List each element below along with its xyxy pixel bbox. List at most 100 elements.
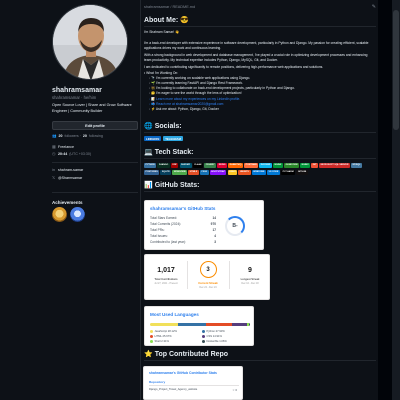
social-linkedin-row[interactable]: in shahram-samar: [52, 167, 83, 173]
repo-stars: ☆ 0: [232, 389, 237, 392]
pencil-icon[interactable]: ✎: [372, 4, 376, 10]
tech-badge: RabbitMQ: [228, 163, 243, 168]
about-heading-label: About Me:: [144, 16, 179, 24]
tech-badges-row-1: Python Django DRF FastAPI Flask Celery Redis Ra…: [144, 163, 362, 168]
languages-card[interactable]: Most Used Languages JavaScript 28.12% Pyt…: [144, 306, 254, 346]
longest-streak: 9 Longest Streak Dec 10 - Dec 18: [240, 267, 260, 285]
achievement-badge-icon[interactable]: [70, 207, 85, 222]
language-bar-segment: [178, 323, 207, 326]
language-dot-icon: [150, 340, 153, 343]
chart-icon: 📊: [144, 182, 153, 189]
github-stats-heading: 📊 GitHub Stats:: [144, 181, 200, 190]
tech-badge: MongoDB: [172, 170, 188, 175]
github-stats-card[interactable]: shahramsamar's GitHub Stats Total Stars …: [144, 200, 264, 250]
tech-badge: Nginx: [272, 163, 283, 168]
tech-heading: 💻 Tech Stack:: [144, 148, 194, 157]
tech-badge: Django: [157, 163, 170, 168]
followers-count[interactable]: 20: [58, 134, 62, 138]
scrollbar-thumb[interactable]: [393, 10, 399, 130]
repo-name[interactable]: Django_Project_Travel_Agency_website: [149, 388, 197, 391]
language-dot-icon: [202, 340, 205, 343]
tech-badge: Python: [144, 163, 157, 168]
tech-badge: Docker: [259, 163, 272, 168]
following-label[interactable]: following: [89, 134, 103, 138]
streak-card[interactable]: 1,017 Total Contributions Jul 27, 2021 -…: [144, 254, 270, 300]
social-twitter[interactable]: @Sharmsamar: [58, 176, 82, 180]
language-bar-segment: [231, 323, 247, 326]
about-paragraph-3: I am dedicated to contributing significa…: [144, 65, 324, 69]
social-twitter-row[interactable]: 𝕏 @Sharmsamar: [52, 176, 82, 181]
tech-badge: Linux: [227, 170, 238, 175]
heading-rule: [144, 158, 376, 159]
heading-rule: [144, 360, 376, 361]
laptop-icon: 💻: [144, 149, 153, 156]
linkedin-badge[interactable]: LinkedIn: [144, 136, 162, 141]
followers-label[interactable]: followers ·: [64, 134, 80, 138]
stat-row: Total Commits (2024): 970: [150, 222, 216, 226]
tech-badge: HTML5: [188, 170, 199, 175]
linkedin-icon: in: [52, 167, 56, 172]
greeting: I'm Shahram Samar! 👋: [144, 30, 180, 34]
current-streak: 3 Current Streak Dec 22 - Dec 24: [187, 261, 229, 289]
social-badges: LinkedIn Telegram: [144, 136, 183, 141]
achievement-badge-icon[interactable]: [52, 207, 67, 222]
languages-bar: [150, 323, 250, 326]
tech-badge: Redis: [217, 163, 227, 168]
tech-badge: FastAPI: [179, 163, 192, 168]
tech-badge: MySQL: [351, 163, 362, 168]
achievements-title: Achievements: [52, 200, 83, 205]
local-time-row: ◷ 20:44 (UTC +03:30): [52, 152, 91, 157]
stat-row: Total Stars Earned: 14: [150, 216, 216, 220]
tech-badge: Microsoft SQL Server: [319, 163, 350, 168]
sunglasses-icon: 😎: [180, 17, 189, 24]
top-repo-heading-label: Top Contributed Repo: [154, 350, 229, 358]
total-contributions: 1,017 Total Contributions Jul 27, 2021 -…: [154, 267, 178, 285]
stats-card-title: shahramsamar's GitHub Stats: [150, 206, 216, 211]
username: shahramsamar · he/him: [52, 95, 97, 100]
stat-row: Total PRs: 17: [150, 228, 216, 232]
globe-icon: 🌐: [144, 123, 153, 130]
language-dot-icon: [202, 335, 205, 338]
social-linkedin[interactable]: shahram-samar: [58, 168, 83, 172]
tech-badge: GitHub: [296, 170, 308, 175]
tech-badges-row-2: Postgres SQLite MongoDB HTML5 CSS3 Bootstrap L…: [144, 170, 308, 175]
language-legend-item: HTML 25.67%: [150, 335, 172, 338]
tech-heading-label: Tech Stack:: [154, 148, 194, 156]
stat-row: Contributed to (last year): 3: [150, 240, 216, 244]
socials-heading-label: Socials:: [154, 122, 182, 130]
star-icon: ⭐: [144, 351, 153, 358]
top-repo-heading: ⭐ Top Contributed Repo: [144, 350, 229, 359]
language-bar-segment: [150, 323, 179, 326]
display-name: shahramsamar: [52, 87, 102, 94]
people-icon: 👥: [52, 134, 57, 138]
about-paragraph-1: I'm a back-end developer with extensive …: [144, 41, 369, 50]
local-time: 20:44: [58, 152, 68, 156]
avatar[interactable]: [52, 4, 128, 80]
language-dot-icon: [202, 330, 205, 333]
following-count[interactable]: 20: [83, 134, 87, 138]
tech-badge: Celery: [204, 163, 217, 168]
language-legend-item: CSS 14.91%: [202, 335, 222, 338]
telegram-badge[interactable]: Telegram: [163, 136, 183, 141]
github-stats-heading-label: GitHub Stats:: [154, 181, 200, 189]
tech-badge: VS Code: [267, 170, 280, 175]
edit-profile-button[interactable]: Edit profile: [52, 121, 138, 130]
socials-heading: 🌐 Socials:: [144, 122, 182, 131]
about-paragraph-2: With a strong background in web developm…: [144, 53, 368, 62]
repo-divider: [149, 385, 239, 386]
language-bar-segment: [206, 323, 232, 326]
heading-rule: [144, 191, 376, 192]
tech-badge: Postgres: [144, 170, 160, 175]
contributor-stats-card[interactable]: shahramsamar's GitHub Contributor Stats …: [143, 366, 243, 400]
tech-badge: Ubuntu: [238, 170, 251, 175]
tech-badge: Git: [311, 163, 318, 168]
flame-ring-icon: 3: [199, 261, 217, 278]
readme-header: shahramsamar / README.md ✎: [141, 0, 378, 14]
language-legend-item: Shell 2.31%: [150, 340, 169, 343]
language-legend-item: JavaScript 28.12%: [150, 330, 177, 333]
language-legend-item: Dockerfile 1.06%: [202, 340, 227, 343]
tech-badge: PyCharm: [281, 170, 296, 175]
readme-path[interactable]: shahramsamar / README.md: [144, 5, 372, 9]
sidebar-divider: [52, 162, 138, 163]
tech-badge: SQLite: [160, 170, 172, 175]
